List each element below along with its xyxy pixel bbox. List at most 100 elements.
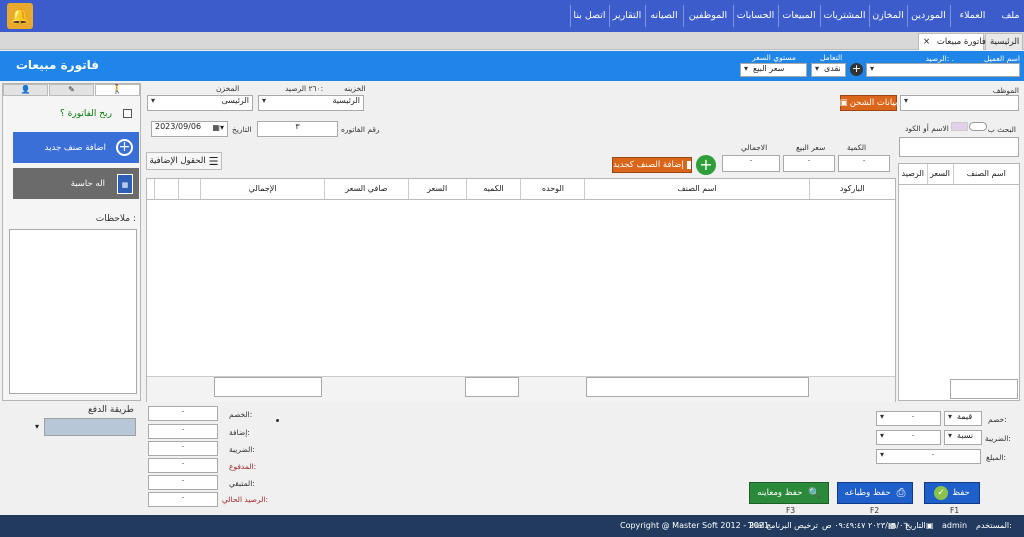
menu-maintenance[interactable]: الصيانه — [645, 5, 682, 27]
tab-sales-invoice[interactable]: × فاتورة مبيعات — [918, 33, 986, 50]
pen-icon[interactable]: ✎ — [49, 84, 94, 96]
invoice-items-grid[interactable]: الإجمالي صافي السعر السعر الكميه الوحده … — [146, 178, 896, 402]
invoice-profit-checkbox[interactable] — [123, 109, 132, 118]
grid-col-unit[interactable]: الوحده — [520, 179, 586, 200]
tab-close-icon[interactable]: × — [923, 37, 930, 47]
treasury-select[interactable]: الرئيسية — [258, 95, 364, 111]
add-item-plus-icon[interactable]: + — [696, 155, 716, 175]
discount-type-select[interactable]: قيمة — [944, 411, 982, 426]
chevron-down-icon[interactable]: ▾ — [35, 422, 39, 431]
tax-value-field[interactable]: ٠ — [876, 430, 941, 445]
lookup-summary-field — [950, 379, 1018, 399]
tax-type-select[interactable]: نسبة — [944, 430, 982, 445]
box-icon: ▣ — [839, 98, 848, 108]
add-customer-icon[interactable]: + — [850, 63, 863, 76]
grid-col-barcode[interactable]: الباركود — [809, 179, 895, 200]
calendar-icon[interactable]: ▦▾ — [212, 123, 224, 132]
menu-customers[interactable]: العملاء — [950, 5, 994, 27]
discount-label: خصم: — [988, 415, 1007, 424]
invoice-number-field[interactable]: ٣ — [257, 121, 338, 137]
customer-select[interactable] — [866, 63, 1020, 77]
add-as-new-checkbox[interactable] — [686, 161, 691, 169]
printer-icon: ⎙ — [896, 486, 906, 499]
grid-col-qty[interactable]: الكميه — [466, 179, 522, 200]
grid-col-item-name[interactable]: اسم الصنف — [584, 179, 810, 200]
price-level-select[interactable]: سعر البيع — [740, 63, 807, 77]
search-mode-indicator — [951, 122, 968, 131]
sale-price-field[interactable]: ٠ — [783, 155, 835, 172]
sale-price-label: سعر البيع — [796, 143, 826, 152]
items-lookup-header: الرصيد السعر اسم الصنف — [899, 164, 1019, 185]
menu-employees[interactable]: الموظفين — [683, 5, 732, 27]
notes-label: ملاحظات : — [95, 214, 136, 224]
employee-select[interactable] — [900, 95, 1019, 111]
paid-field[interactable]: ٠ — [148, 458, 218, 473]
menu-contact[interactable]: اتصل بنا — [570, 5, 608, 27]
tab-home[interactable]: الرئيسية — [985, 33, 1023, 50]
menu-sales[interactable]: المبيعات — [778, 5, 819, 27]
payment-method-select[interactable]: ▾ — [35, 418, 136, 436]
menu-suppliers[interactable]: الموردين — [907, 5, 949, 27]
save-shortcut: F1 — [950, 506, 960, 515]
amount-label: المبلغ: — [986, 453, 1006, 462]
invoice-number-label: رقم الفاتوره — [341, 125, 380, 134]
items-lookup-list[interactable]: الرصيد السعر اسم الصنف — [898, 163, 1020, 401]
amount-field[interactable]: ٠ — [876, 449, 981, 464]
list-settings-icon: ☰ — [208, 154, 219, 168]
preview-icon: 🔍 — [808, 487, 821, 499]
employee-label: الموظف — [992, 86, 1019, 95]
bell-icon[interactable]: 🔔 — [7, 3, 33, 29]
grid-col-total[interactable]: الإجمالي — [200, 179, 325, 200]
customer-balance-label: الرصيد: . — [925, 54, 954, 63]
dealing-label: التعامل — [820, 53, 843, 62]
menu-accounts[interactable]: الحسابات — [733, 5, 777, 27]
addition-total-field: ٠ — [148, 424, 218, 439]
add-new-item-button[interactable]: اضافة صنف جديد + — [13, 132, 139, 163]
notes-textarea[interactable] — [9, 229, 137, 394]
shipping-data-button[interactable]: ▣ بيانات الشحن — [840, 95, 897, 111]
grid-col-blank — [178, 179, 202, 200]
walk-icon[interactable]: 🚶 — [95, 84, 140, 96]
lookup-col-price: السعر — [927, 164, 954, 185]
status-user-label: المستخدم: — [976, 521, 1012, 530]
grid-col-blank — [154, 179, 180, 200]
save-button[interactable]: ✓ حفظ — [924, 482, 980, 504]
grid-col-net-price[interactable]: صافي السعر — [324, 179, 409, 200]
tab-strip — [0, 32, 1024, 50]
menu-file[interactable]: ملف — [997, 5, 1024, 27]
grid-qty-summary — [465, 377, 519, 397]
menu-stores[interactable]: المخازن — [869, 5, 906, 27]
search-mode-toggle[interactable] — [969, 122, 987, 131]
addition-total-label: إضافة: — [229, 428, 250, 437]
treasury-label: الخزينه — [344, 84, 366, 93]
lookup-col-balance: الرصيد — [899, 164, 928, 185]
calculator-button[interactable]: اله حاسبة ▦ — [13, 168, 139, 199]
date-picker[interactable]: 2023/09/06 ▦▾ — [151, 121, 228, 137]
invoice-profit-label: ربح الفاتورة ؟ — [60, 109, 112, 119]
calculator-icon: ▦ — [117, 173, 133, 194]
menu-reports[interactable]: التقارير — [609, 5, 644, 27]
separator-dot — [276, 419, 279, 422]
store-select[interactable]: الرئيسى — [147, 95, 253, 111]
lookup-col-name: اسم الصنف — [953, 164, 1019, 185]
user-icon[interactable]: 👤 — [3, 84, 48, 96]
menu-purchases[interactable]: المشتريات — [820, 5, 868, 27]
status-user-value: admin — [942, 521, 968, 530]
extra-fields-button[interactable]: الحقول الإضافية ☰ — [146, 152, 222, 170]
qty-field[interactable]: ٠ — [838, 155, 890, 172]
current-balance-label: الرصيد الحالي: — [222, 495, 269, 504]
grid-header: الإجمالي صافي السعر السعر الكميه الوحده … — [147, 179, 895, 200]
total-field[interactable]: ٠ — [722, 155, 780, 172]
search-input[interactable] — [899, 137, 1019, 157]
plus-circle-icon: + — [116, 139, 133, 156]
dealing-select[interactable]: نقدى — [811, 63, 846, 77]
total-label: الاجمالي — [741, 143, 768, 152]
add-as-new-item-button[interactable]: إضافة الصنف كجديد — [612, 157, 692, 173]
discount-value-field[interactable]: ٠ — [876, 411, 941, 426]
save-print-button[interactable]: حفظ وطباعه ⎙ — [837, 482, 913, 504]
discount-total-label: الخصم: — [229, 410, 253, 419]
status-date-label: التاريخ — [905, 521, 926, 530]
payment-method-label: طريقة الدفع — [88, 405, 134, 415]
grid-col-price[interactable]: السعر — [408, 179, 467, 200]
save-preview-button[interactable]: حفظ ومعاينه 🔍 — [749, 482, 829, 504]
